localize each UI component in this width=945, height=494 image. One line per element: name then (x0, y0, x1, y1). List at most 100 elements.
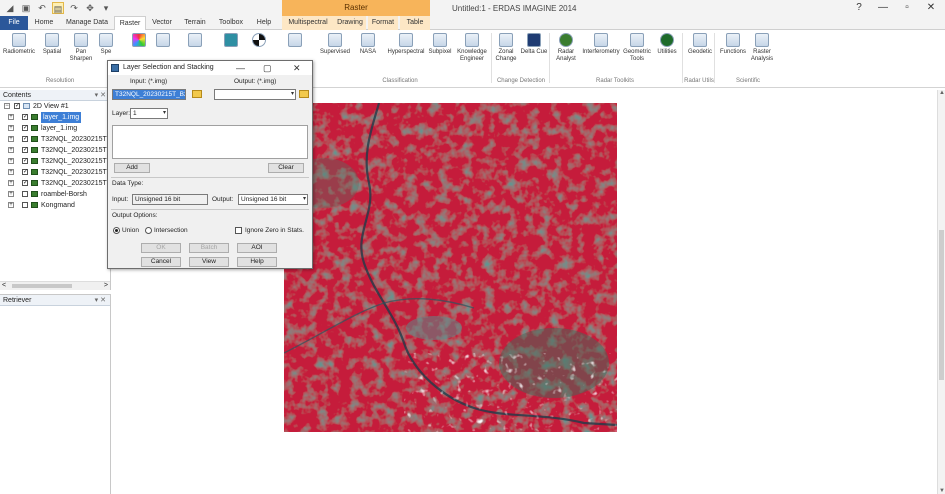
help-button[interactable]: Help (237, 257, 277, 267)
expand-collapse-icon[interactable]: + (8, 180, 14, 186)
expand-collapse-icon[interactable]: − (4, 103, 10, 109)
redo-icon[interactable]: ↷ (68, 2, 80, 14)
save-icon[interactable]: ▣ (20, 2, 32, 14)
layer-visibility-checkbox[interactable] (22, 191, 28, 197)
expand-collapse-icon[interactable]: + (8, 191, 14, 197)
zonal-change-button[interactable]: Zonal Change (494, 33, 518, 63)
raster-analysis-button[interactable]: Raster Analysis (748, 33, 776, 63)
layer-list-box[interactable] (112, 125, 308, 159)
layer-visibility-checkbox[interactable]: ✓ (14, 103, 20, 109)
tree-layer-row[interactable]: + ✓ T32NQL_20230215T (0, 178, 110, 189)
output-dropdown-icon[interactable]: ▾ (291, 90, 294, 99)
pan-sharpen-button[interactable]: Pan Sharpen (66, 33, 96, 63)
customize-quick-access-icon[interactable]: ▾ (100, 2, 112, 14)
tree-layer-row[interactable]: + Kongmand (0, 200, 110, 211)
tab-table[interactable]: Table (400, 16, 430, 30)
view-button[interactable]: View (189, 257, 229, 267)
clear-button[interactable]: Clear (268, 163, 304, 173)
expand-collapse-icon[interactable]: + (8, 136, 14, 142)
scroll-right-icon[interactable]: > (104, 282, 108, 289)
expand-collapse-icon[interactable]: + (8, 169, 14, 175)
minimize-icon[interactable]: — (236, 61, 245, 75)
scroll-left-icon[interactable]: < (2, 282, 6, 289)
delta-cue-button[interactable]: Delta Cue (520, 33, 548, 56)
ok-button[interactable]: OK (141, 243, 181, 253)
tab-home[interactable]: Home (30, 16, 58, 30)
help-icon[interactable]: ? (853, 2, 865, 14)
open-icon[interactable]: ▤ (52, 2, 64, 14)
globe-button[interactable] (222, 33, 240, 49)
supervised-button[interactable]: Supervised (320, 33, 350, 56)
layer-visibility-checkbox[interactable]: ✓ (22, 169, 28, 175)
expand-collapse-icon[interactable]: + (8, 114, 14, 120)
input-file-field[interactable]: T32NQL_20230215T_B2 (112, 89, 186, 100)
geometric-tools-button[interactable]: Geometric Tools (622, 33, 652, 63)
utilities-button[interactable]: Utilities (654, 33, 680, 56)
subpixel-button[interactable]: Subpixel (426, 33, 454, 56)
tree-view-node[interactable]: − ✓ 2D View #1 (0, 101, 110, 112)
layer-dropdown-icon[interactable]: ▾ (163, 109, 166, 118)
layer-visibility-checkbox[interactable]: ✓ (22, 114, 28, 120)
tab-vector[interactable]: Vector (148, 16, 176, 30)
interferometry-button[interactable]: Interferometry (582, 33, 620, 56)
radiometric-button[interactable]: Radiometric (2, 33, 36, 56)
tree-layer-row[interactable]: + ✓ T32NQL_20230215T (0, 134, 110, 145)
cancel-button[interactable]: Cancel (141, 257, 181, 267)
expand-collapse-icon[interactable]: + (8, 158, 14, 164)
spatial-button[interactable]: Spatial (38, 33, 66, 56)
spectral-button[interactable]: Spe (96, 33, 116, 56)
tab-format[interactable]: Format (368, 16, 398, 30)
layer-visibility-checkbox[interactable]: ✓ (22, 125, 28, 131)
intersection-radio[interactable] (145, 227, 152, 234)
satellite-image[interactable] (284, 103, 617, 432)
tree-layer-row[interactable]: + ✓ layer_1.img (0, 112, 110, 123)
tab-manage-data[interactable]: Manage Data (62, 16, 112, 30)
tab-toolbox[interactable]: Toolbox (214, 16, 248, 30)
transform-button[interactable] (186, 33, 204, 49)
tab-help[interactable]: Help (252, 16, 276, 30)
scroll-thumb[interactable] (939, 230, 944, 380)
tab-raster[interactable]: Raster (114, 16, 146, 31)
radar-analyst-button[interactable]: Radar Analyst (552, 33, 580, 63)
add-button[interactable]: Add (114, 163, 150, 173)
tree-layer-row[interactable]: + ✓ layer_1.img (0, 123, 110, 134)
layer-visibility-checkbox[interactable] (22, 202, 28, 208)
aoi-button[interactable]: AOI (237, 243, 277, 253)
tree-layer-row[interactable]: + ✓ T32NQL_20230215T (0, 156, 110, 167)
layer-visibility-checkbox[interactable]: ✓ (22, 147, 28, 153)
expand-collapse-icon[interactable]: + (8, 202, 14, 208)
output-type-dropdown-icon[interactable]: ▾ (303, 195, 306, 204)
union-radio[interactable] (113, 227, 120, 234)
maximize-icon[interactable]: ▢ (263, 61, 272, 75)
tree-layer-row[interactable]: + ✓ T32NQL_20230215T (0, 167, 110, 178)
minimize-button[interactable]: — (877, 2, 889, 14)
layer-visibility-checkbox[interactable]: ✓ (22, 158, 28, 164)
horizontal-scrollbar[interactable]: < > (0, 281, 110, 290)
app-menu-icon[interactable]: ◢ (4, 2, 16, 14)
tab-terrain[interactable]: Terrain (180, 16, 210, 30)
panel-pin-close-icon[interactable]: ▾ ✕ (95, 90, 106, 101)
tree-layer-row[interactable]: + ✓ T32NQL_20230215T (0, 145, 110, 156)
maximize-button[interactable]: ▫ (901, 2, 913, 14)
tab-multispectral[interactable]: Multispectral (282, 16, 334, 30)
expand-collapse-icon[interactable]: + (8, 147, 14, 153)
scroll-down-icon[interactable]: ▼ (938, 488, 945, 494)
close-button[interactable]: ✕ (925, 2, 937, 14)
image-chain-button[interactable] (286, 33, 304, 49)
output-folder-icon[interactable] (299, 90, 309, 98)
geodetic-button[interactable]: Geodetic (686, 33, 714, 56)
crop-button[interactable] (154, 33, 172, 49)
expand-collapse-icon[interactable]: + (8, 125, 14, 131)
color-wheel-button[interactable] (130, 33, 148, 49)
tab-file[interactable]: File (0, 16, 28, 30)
pie-button[interactable] (250, 33, 268, 49)
layer-visibility-checkbox[interactable]: ✓ (22, 180, 28, 186)
knowledge-engineer-button[interactable]: Knowledge Engineer (454, 33, 490, 63)
input-folder-icon[interactable] (192, 90, 202, 98)
vertical-scrollbar[interactable]: ▲ ▼ (937, 90, 945, 494)
panel-pin-close-icon[interactable]: ▾ ✕ (95, 295, 106, 306)
layer-select[interactable]: 1 ▾ (130, 108, 168, 119)
pan-icon[interactable]: ✥ (84, 2, 96, 14)
scroll-up-icon[interactable]: ▲ (938, 90, 945, 96)
ignore-zero-checkbox[interactable] (235, 227, 242, 234)
